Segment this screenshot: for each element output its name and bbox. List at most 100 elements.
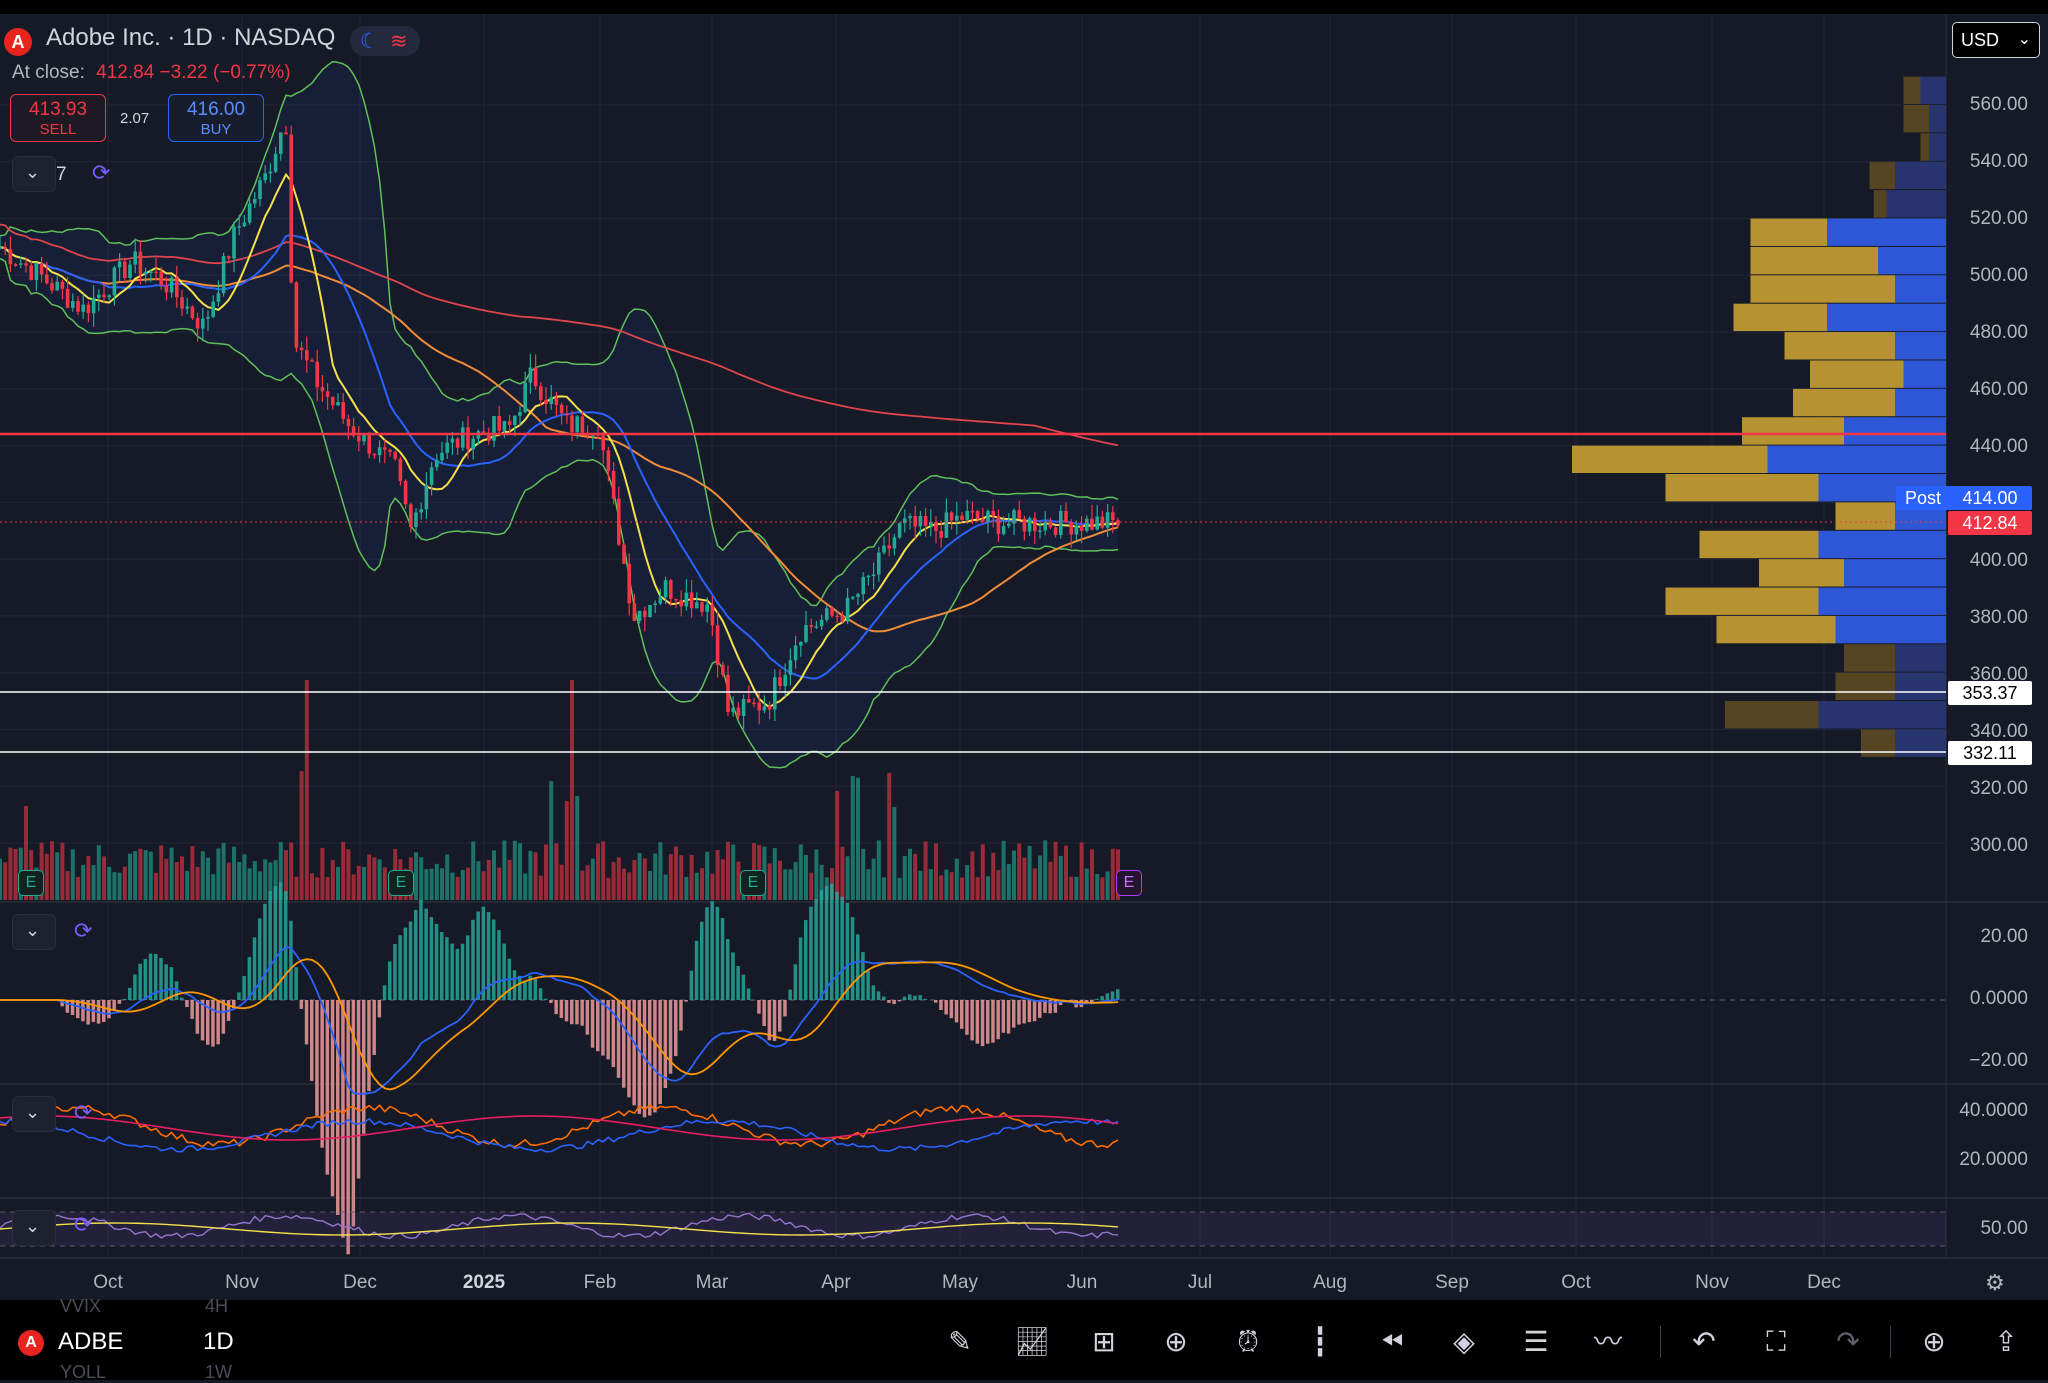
volume-profile-down (1751, 247, 1879, 274)
volume-bar (934, 843, 938, 900)
rsi-collapse-button[interactable]: ⌄ (12, 1210, 56, 1246)
time-label: Aug (1313, 1272, 1347, 1294)
volume-bar (627, 872, 631, 900)
candle-body (300, 348, 304, 350)
alarm-clock-icon[interactable]: ⏰︎ (1228, 1322, 1268, 1362)
sell-button[interactable]: 413.93 SELL (10, 94, 106, 142)
candle-body (976, 511, 980, 519)
candle-body (898, 523, 902, 537)
drawing-pen-icon[interactable]: ✎ (940, 1322, 980, 1362)
share-icon[interactable]: ⇪ (1986, 1322, 2026, 1362)
volume-bar (305, 680, 309, 900)
sync-icon[interactable]: ⟳ (74, 918, 92, 944)
candle-body (113, 267, 117, 295)
redo-icon[interactable]: ↷ (1828, 1322, 1868, 1362)
candle-body (601, 435, 605, 450)
volume-bar (336, 867, 340, 900)
volume-bar (60, 843, 64, 900)
sliders-icon[interactable]: ☰ (1516, 1322, 1556, 1362)
macd-histogram-bar (861, 952, 865, 1000)
indicators-collapse-button[interactable]: ⌄ (12, 156, 56, 192)
volume-bar (1106, 872, 1110, 900)
sync-icon[interactable]: ⟳ (74, 1212, 92, 1238)
macd-histogram-bar (565, 1000, 569, 1021)
macd-axis-label: −20.00 (1918, 1050, 2028, 1072)
macd-histogram-bar (716, 907, 720, 1000)
price-label: 440.00 (1918, 436, 2028, 458)
macd-histogram-bar (424, 909, 428, 1000)
price-label: 460.00 (1918, 379, 2028, 401)
candle-body (492, 416, 496, 441)
candle-body (0, 247, 2, 249)
macd-histogram-bar (138, 964, 142, 1000)
add-plus-icon[interactable]: ⊕ (1156, 1322, 1196, 1362)
macd-histogram-bar (710, 901, 714, 1000)
macd-histogram-bar (315, 1000, 319, 1116)
earnings-marker[interactable]: E (740, 870, 766, 896)
undo-icon[interactable]: ↶ (1684, 1322, 1724, 1362)
sync-icon[interactable]: ⟳ (74, 1100, 92, 1126)
candle-body (14, 264, 18, 266)
volume-bar (346, 849, 350, 900)
macd-histogram-bar (721, 918, 725, 1000)
upcoming-earnings-marker[interactable]: E (1116, 870, 1142, 896)
volume-bar (1028, 846, 1032, 900)
volume-bar (996, 870, 1000, 900)
time-label: 2025 (463, 1272, 505, 1294)
volume-bar (352, 874, 356, 900)
fullscreen-icon[interactable]: ⛶ (1756, 1322, 1796, 1362)
earnings-marker[interactable]: E (18, 870, 44, 896)
earnings-marker[interactable]: E (388, 870, 414, 896)
price-chart[interactable] (0, 14, 2048, 1300)
buy-button[interactable]: 416.00 BUY (168, 94, 264, 142)
volume-bar (1064, 846, 1068, 900)
session-toggle[interactable]: ☾ ≋ (350, 26, 420, 56)
symbol-search-button[interactable]: ADBE (58, 1328, 123, 1356)
currency-select[interactable]: USD⌄ (1952, 22, 2040, 58)
add-watchlist-icon[interactable]: ⊕ (1914, 1322, 1954, 1362)
macd-histogram-bar (898, 1000, 902, 1001)
candle-body (872, 575, 876, 577)
volume-bar (367, 854, 371, 900)
dmi-collapse-button[interactable]: ⌄ (12, 1096, 56, 1132)
macd-histogram-bar (362, 1000, 366, 1134)
macd-histogram-bar (903, 997, 907, 1000)
candle-body (24, 263, 28, 265)
candle-body (357, 436, 361, 442)
volume-bar (242, 854, 246, 900)
candles-icon[interactable]: ┇ (1300, 1322, 1340, 1362)
candle-body (466, 427, 470, 449)
volume-bar (8, 848, 12, 900)
macd-histogram-bar (102, 1000, 106, 1022)
sync-icon[interactable]: ⟳ (92, 160, 110, 186)
indicators-wave-icon[interactable]: 〰 (1588, 1322, 1628, 1362)
symbol-title[interactable]: Adobe Inc. · 1D · NASDAQ (46, 24, 335, 52)
macd-histogram-bar (1022, 1000, 1026, 1023)
volume-profile-down (1751, 219, 1828, 246)
replay-icon[interactable]: ⏪︎ (1372, 1322, 1412, 1362)
candle-body (752, 703, 756, 705)
macd-histogram-bar (918, 995, 922, 1000)
layers-icon[interactable]: ◈ (1444, 1322, 1484, 1362)
macd-histogram-bar (263, 904, 267, 1000)
volume-profile-down (1874, 190, 1887, 217)
macd-histogram-bar (570, 1000, 574, 1024)
volume-bar (788, 869, 792, 900)
chart-settings-gear-icon[interactable]: ⚙ (1985, 1270, 2005, 1296)
macd-histogram-bar (497, 930, 501, 1000)
macd-histogram-bar (149, 954, 153, 1000)
layout-grid-icon[interactable]: ⊞ (1084, 1322, 1124, 1362)
candle-body (830, 608, 834, 615)
volume-bar (1043, 840, 1047, 900)
adobe-logo-icon: A (4, 28, 32, 56)
candle-body (679, 600, 683, 606)
chart-type-icon[interactable]: 📈︎ (1012, 1322, 1052, 1362)
candle-body (217, 293, 221, 301)
volume-bar (960, 878, 964, 900)
moon-icon: ☾ (360, 29, 379, 54)
macd-collapse-button[interactable]: ⌄ (12, 914, 56, 950)
macd-histogram-bar (799, 937, 803, 1000)
indicator-count: 7 (56, 164, 67, 186)
volume-bar (783, 869, 787, 900)
timeframe-button[interactable]: 1D (203, 1328, 234, 1356)
